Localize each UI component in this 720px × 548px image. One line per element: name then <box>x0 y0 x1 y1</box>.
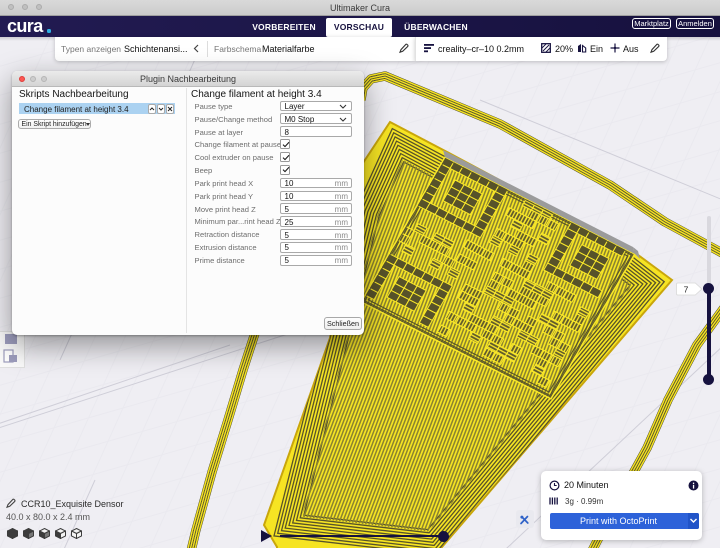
svg-text:7: 7 <box>684 284 689 294</box>
